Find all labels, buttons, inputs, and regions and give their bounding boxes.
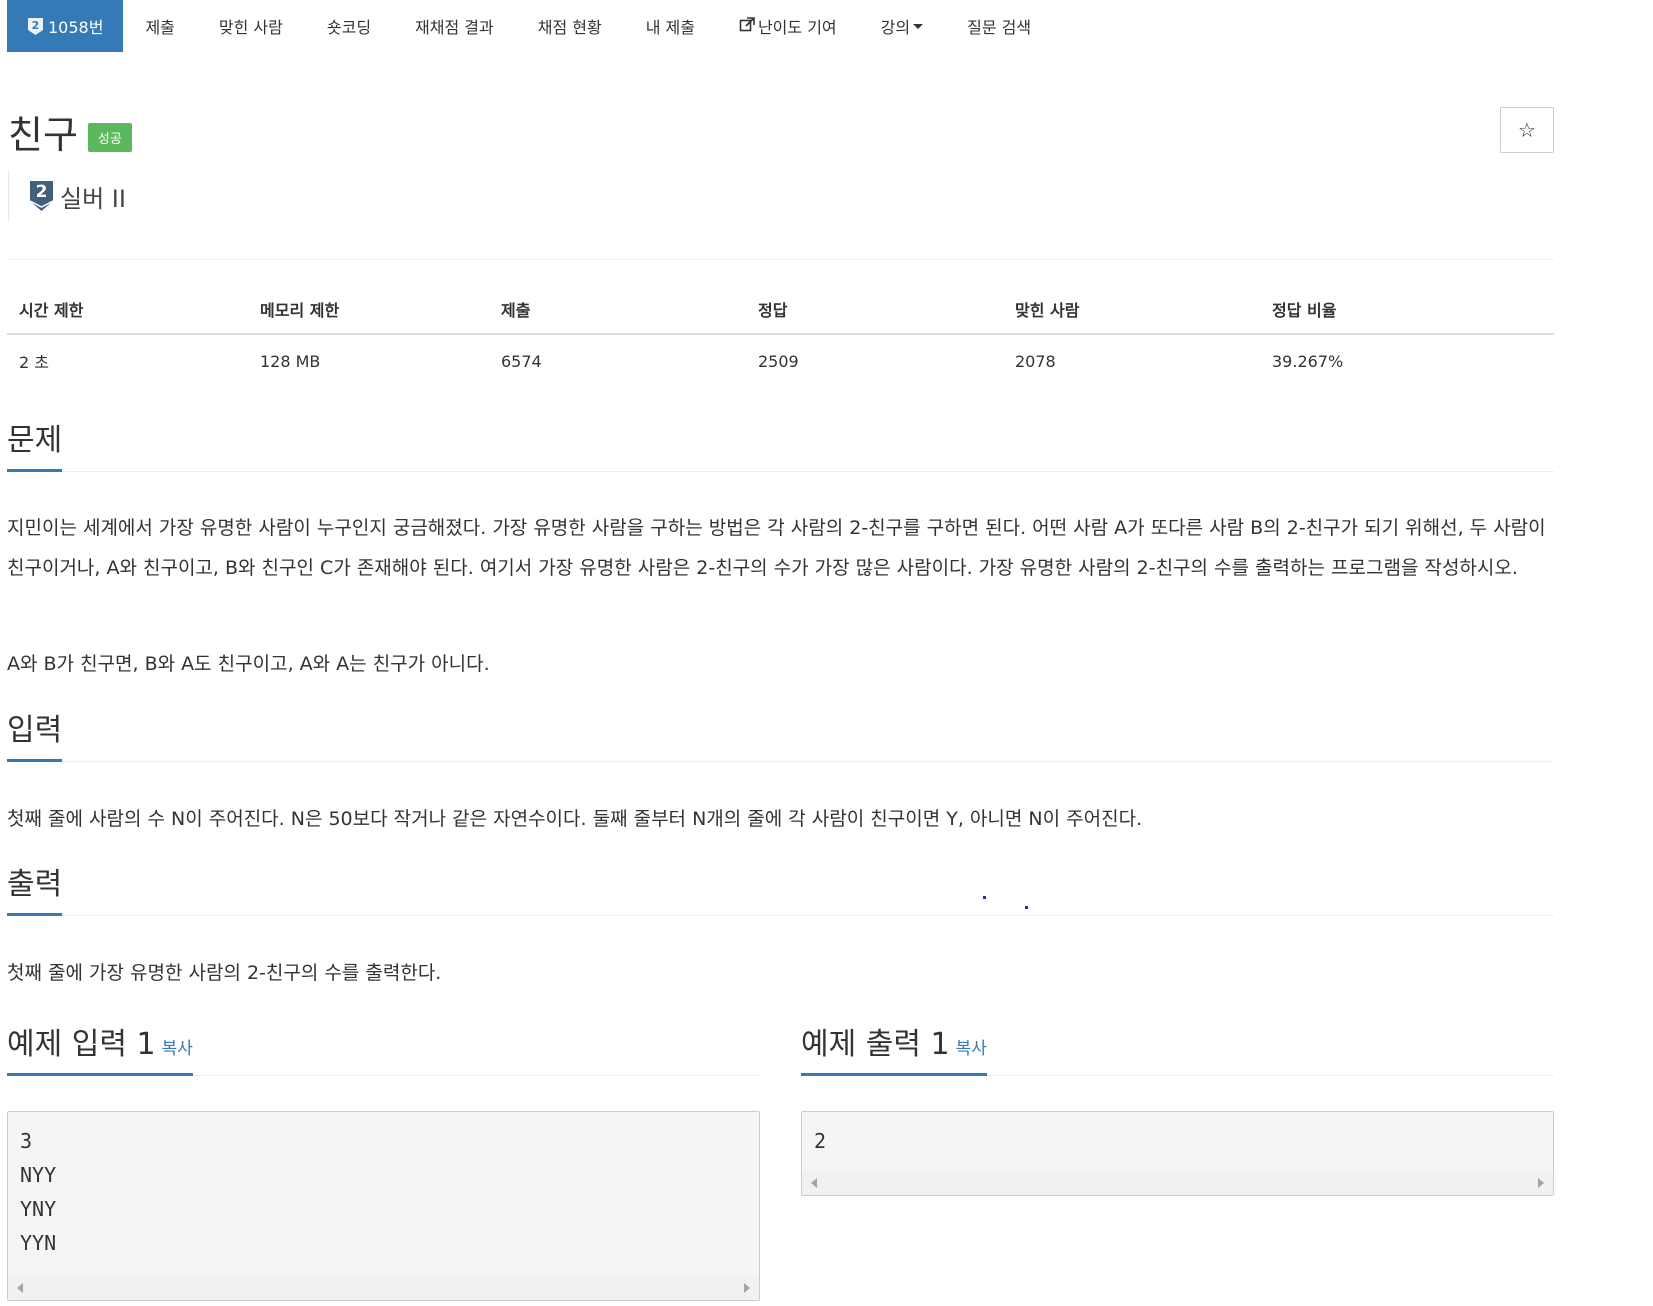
tier-label: 실버 II <box>60 184 126 213</box>
description-paragraph: A와 B가 친구면, B와 A도 친구이고, A와 A는 친구가 아니다. <box>7 653 490 675</box>
scroll-left-arrow-icon[interactable] <box>811 1178 817 1188</box>
sample-output-heading: 예제 출력 1 복사 <box>801 1024 1554 1076</box>
copy-sample-input-link[interactable]: 복사 <box>162 1039 193 1059</box>
header-accepted: 정답 <box>746 289 1003 335</box>
table-row: 2 초 128 MB 6574 2509 2078 39.267% <box>7 334 1554 381</box>
header-accept-ratio: 정답 비율 <box>1260 289 1554 335</box>
sample-input-box[interactable]: 3 NYY YNY YYN <box>7 1111 760 1301</box>
favorite-star-button[interactable]: ☆ <box>1500 107 1554 153</box>
nav-problem-number[interactable]: 2 1058번 <box>7 0 124 52</box>
problem-tier: 2 실버 II <box>8 170 126 222</box>
external-link-icon <box>739 16 755 36</box>
scroll-right-arrow-icon[interactable] <box>1538 1178 1544 1188</box>
problem-info-table: 시간 제한 메모리 제한 제출 정답 맞힌 사람 정답 비율 2 초 128 M… <box>7 289 1554 381</box>
table-header-row: 시간 제한 메모리 제한 제출 정답 맞힌 사람 정답 비율 <box>7 289 1554 335</box>
sample-input-title: 예제 입력 1 복사 <box>7 1019 193 1076</box>
time-limit-value: 2 초 <box>19 353 49 372</box>
horizontal-scrollbar[interactable] <box>802 1171 1553 1195</box>
nav-short-coding[interactable]: 숏코딩 <box>305 0 393 52</box>
stray-dot <box>983 896 986 899</box>
nav-difficulty-contribution[interactable]: 난이도 기여 <box>717 0 859 52</box>
output-description: 첫째 줄에 가장 유명한 사람의 2-친구의 수를 출력한다. <box>7 962 442 984</box>
star-icon: ☆ <box>1518 118 1536 142</box>
copy-sample-output-link[interactable]: 복사 <box>956 1039 987 1059</box>
nav-rejudge-results[interactable]: 재채점 결과 <box>393 0 516 52</box>
sample-output-text: 2 <box>814 1129 827 1153</box>
input-heading: 입력 <box>7 710 1554 762</box>
caret-down-icon <box>913 23 924 29</box>
sample-input-heading: 예제 입력 1 복사 <box>7 1024 759 1076</box>
submissions-value: 6574 <box>501 351 542 371</box>
nav-difficulty-contribution-label: 난이도 기여 <box>757 18 837 37</box>
accept-ratio-value: 39.267% <box>1272 351 1344 371</box>
silver-tier-icon: 2 <box>27 17 44 36</box>
divider <box>7 259 1554 260</box>
nav-problem-number-label: 1058번 <box>48 18 104 37</box>
description-heading: 문제 <box>7 420 1554 472</box>
description-paragraph: 지민이는 세계에서 가장 유명한 사람이 누구인지 궁금해졌다. 가장 유명한 … <box>7 517 1546 579</box>
nav-question-search[interactable]: 질문 검색 <box>945 0 1053 52</box>
scroll-left-arrow-icon[interactable] <box>17 1283 23 1293</box>
svg-text:2: 2 <box>32 19 40 32</box>
output-heading: 출력 <box>7 864 1554 916</box>
sample-output-title: 예제 출력 1 복사 <box>801 1019 987 1076</box>
nav-submit[interactable]: 제출 <box>123 0 196 52</box>
input-title: 입력 <box>7 705 63 762</box>
problem-header: 친구 성공 <box>8 104 132 159</box>
sample-output-title-text: 예제 출력 1 <box>801 1027 950 1062</box>
page-title: 친구 <box>8 113 78 157</box>
scroll-right-arrow-icon[interactable] <box>744 1283 750 1293</box>
header-memory-limit: 메모리 제한 <box>248 289 489 335</box>
output-title: 출력 <box>7 859 63 916</box>
header-submissions: 제출 <box>489 289 746 335</box>
nav-my-submissions[interactable]: 내 제출 <box>624 0 717 52</box>
nav-lectures-dropdown[interactable]: 강의 <box>859 0 945 52</box>
nav-solved-users[interactable]: 맞힌 사람 <box>197 0 305 52</box>
sample-input-title-text: 예제 입력 1 <box>7 1027 156 1062</box>
sample-output-box[interactable]: 2 <box>801 1111 1554 1196</box>
header-solved-users: 맞힌 사람 <box>1003 289 1260 335</box>
stray-dot <box>1025 906 1028 909</box>
solved-users-value: 2078 <box>1015 351 1056 371</box>
problem-nav: 2 1058번 제출 맞힌 사람 숏코딩 재채점 결과 채점 현황 내 제출 난… <box>7 0 1053 52</box>
status-badge: 성공 <box>87 123 132 152</box>
svg-text:2: 2 <box>36 182 48 202</box>
nav-lectures-label: 강의 <box>880 18 911 37</box>
nav-judge-status[interactable]: 채점 현황 <box>516 0 624 52</box>
accepted-value: 2509 <box>758 351 799 371</box>
memory-limit-value: 128 MB <box>260 351 321 371</box>
input-description: 첫째 줄에 사람의 수 N이 주어진다. N은 50보다 작거나 같은 자연수이… <box>7 808 1143 830</box>
description-title: 문제 <box>7 415 63 472</box>
silver-tier-icon: 2 <box>29 181 54 211</box>
header-time-limit: 시간 제한 <box>7 289 248 335</box>
horizontal-scrollbar[interactable] <box>8 1276 759 1300</box>
sample-input-text: 3 NYY YNY YYN <box>20 1129 57 1255</box>
